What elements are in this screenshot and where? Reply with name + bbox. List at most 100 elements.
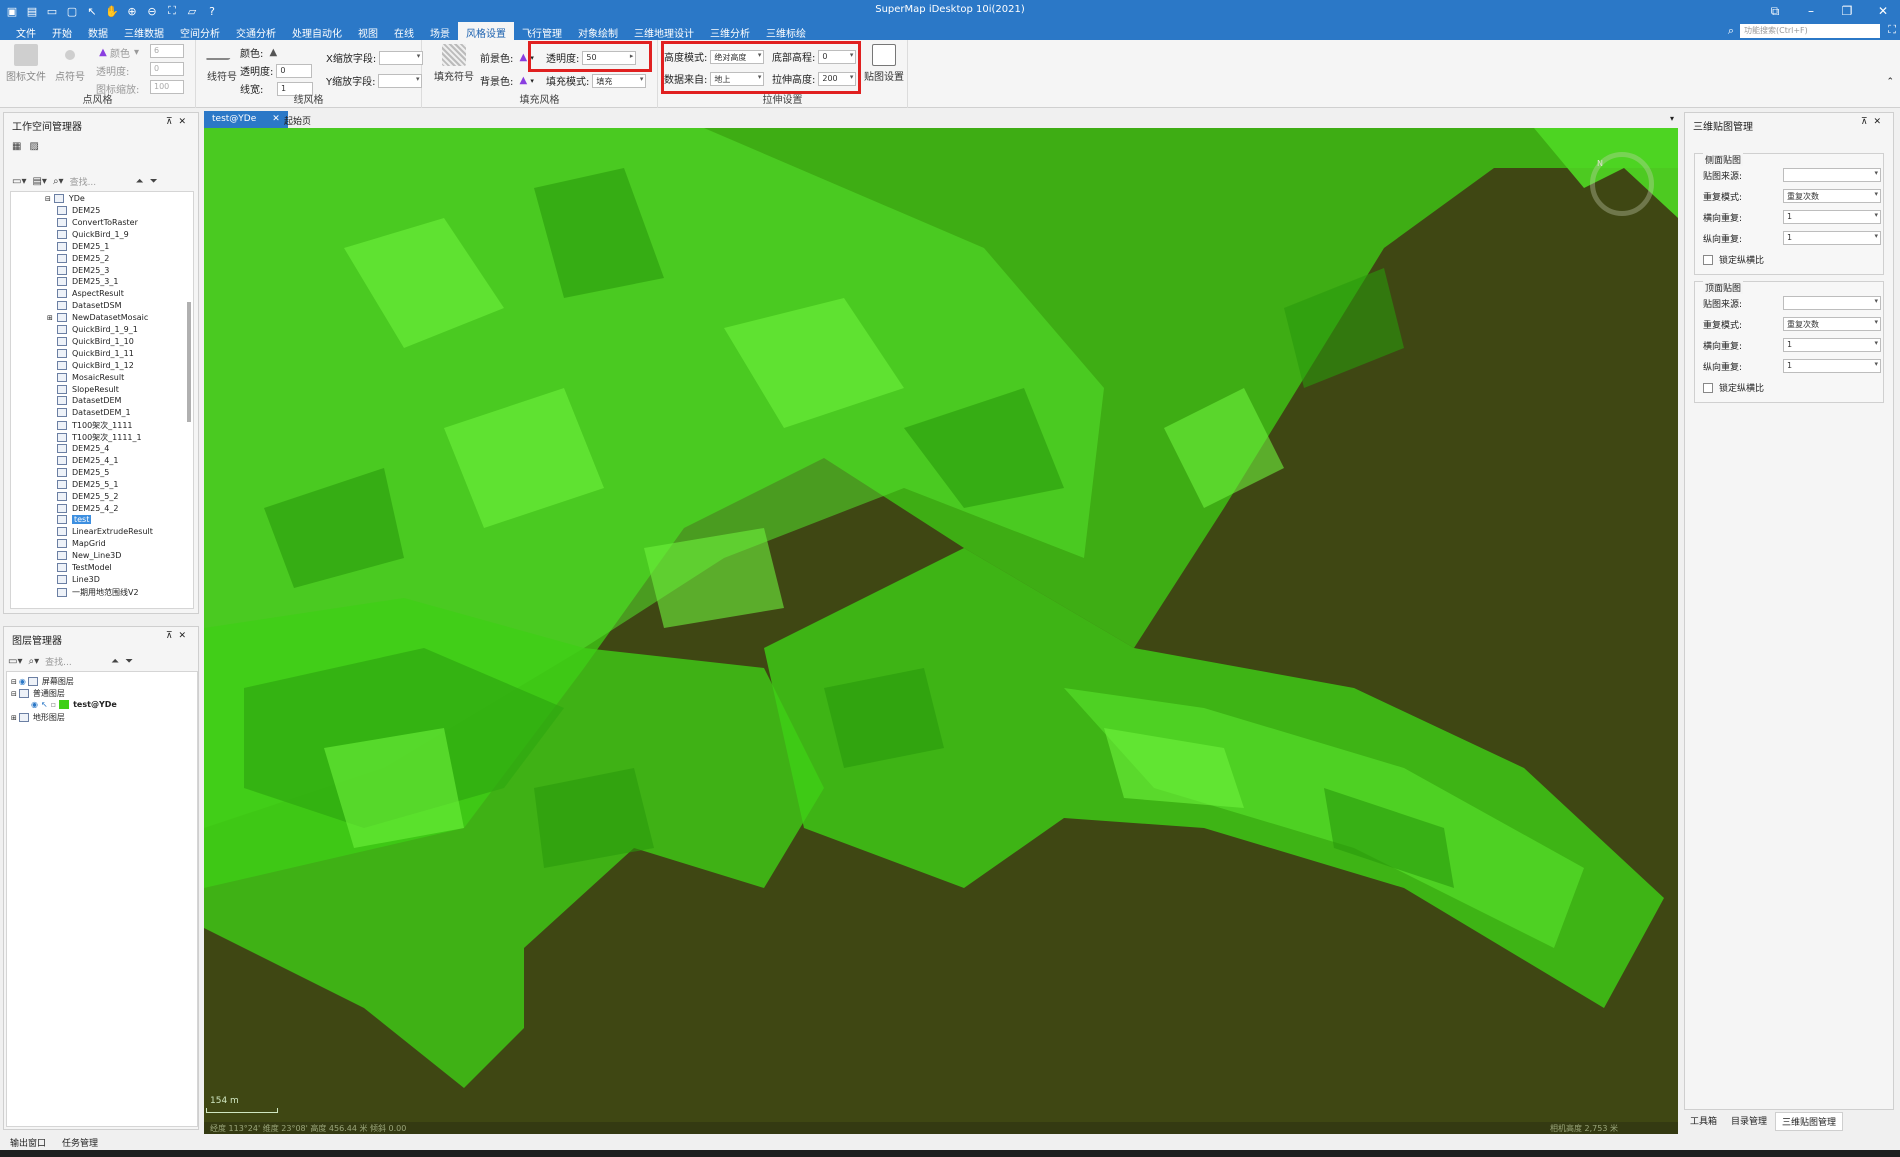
tree-datasource-root[interactable]: ⊟ YDe: [45, 194, 85, 203]
tree-dataset-item[interactable]: MosaicResult: [57, 372, 124, 382]
tree-dataset-item[interactable]: AspectResult: [57, 289, 124, 299]
tree-dataset-item[interactable]: test: [57, 515, 92, 525]
point-symbol-button[interactable]: 点符号: [48, 44, 92, 83]
tree-dataset-item[interactable]: DEM25_5_2: [57, 491, 118, 501]
side-h-repeat-input[interactable]: 1 ▾: [1783, 210, 1881, 224]
maximize-button[interactable]: ❐: [1836, 2, 1858, 20]
pin-icon[interactable]: ⊼: [1861, 117, 1874, 127]
top-lock-aspect-checkbox[interactable]: [1703, 382, 1713, 393]
menu-item-13[interactable]: 三维地理设计: [626, 22, 702, 40]
point-color-row[interactable]: ▲ 颜色 ▾: [96, 45, 139, 61]
collapse-ribbon-icon[interactable]: ⌃: [1886, 77, 1894, 87]
tree-dataset-item[interactable]: LinearExtrudeResult: [57, 527, 153, 537]
tree-dataset-item[interactable]: QuickBird_1_10: [57, 336, 134, 346]
tree-dataset-item[interactable]: QuickBird_1_9: [57, 229, 129, 239]
move-up-icon[interactable]: ⏶: [111, 656, 119, 667]
top-texture-source-select[interactable]: ▾: [1783, 296, 1881, 310]
workspace-resource-icon[interactable]: ▨: [29, 141, 38, 152]
move-up-icon[interactable]: ⏶: [136, 176, 144, 187]
top-repeat-mode-select[interactable]: 重复次数 ▾: [1783, 317, 1881, 331]
pin-icon[interactable]: ⊼: [166, 631, 179, 641]
new-dataset-icon[interactable]: ▤▾: [32, 176, 46, 187]
tree-dataset-item[interactable]: DatasetDSM: [57, 301, 121, 311]
tree-dataset-item[interactable]: DEM25_5_1: [57, 479, 118, 489]
tree-dataset-item[interactable]: DEM25_4: [57, 444, 109, 453]
menu-item-15[interactable]: 三维标绘: [758, 22, 814, 40]
tree-dataset-item[interactable]: DEM25_4_2: [57, 503, 118, 513]
expand-icon[interactable]: ⛶: [1888, 23, 1896, 37]
tree-dataset-item[interactable]: DEM25_5: [57, 467, 109, 477]
scene-view[interactable]: N: [204, 128, 1678, 1124]
side-texture-source-select[interactable]: ▾: [1783, 168, 1881, 182]
function-search-input[interactable]: 功能搜索(Ctrl+F): [1740, 24, 1880, 38]
tree-dataset-item[interactable]: DEM25_3_1: [57, 277, 118, 287]
tree-dataset-item[interactable]: T100架次_1111: [57, 420, 133, 431]
layer-terrain[interactable]: ⊞ 地形图层: [11, 712, 65, 723]
tree-scrollbar[interactable]: [187, 302, 191, 422]
menu-item-9[interactable]: 场景: [422, 22, 458, 40]
y-scale-field-select[interactable]: ▾: [378, 73, 423, 88]
tree-dataset-item[interactable]: T100架次_1111_1: [57, 432, 142, 443]
tree-dataset-item[interactable]: New_Line3D: [57, 551, 121, 561]
menu-item-2[interactable]: 数据: [80, 22, 116, 40]
move-down-icon[interactable]: ⏷: [150, 176, 158, 187]
layer-screen[interactable]: ⊟ ◉ 屏幕图层: [11, 676, 74, 687]
tab-texture-manager[interactable]: 三维贴图管理: [1775, 1112, 1844, 1131]
menu-item-7[interactable]: 视图: [350, 22, 386, 40]
tree-dataset-item[interactable]: 一期用地范围线V2: [57, 587, 139, 598]
fill-symbol-button[interactable]: 填充符号: [432, 44, 476, 83]
tree-dataset-item[interactable]: DEM25_1: [57, 241, 109, 251]
tree-dataset-item[interactable]: Line3D: [57, 574, 100, 584]
point-size-input[interactable]: 6: [150, 44, 184, 58]
tab-list-icon[interactable]: ▾: [1670, 114, 1674, 123]
menu-item-4[interactable]: 空间分析: [172, 22, 228, 40]
tab-start-page[interactable]: 起始页: [276, 111, 319, 128]
side-lock-aspect-checkbox[interactable]: [1703, 254, 1713, 265]
tab-catalog[interactable]: 目录管理: [1725, 1112, 1773, 1131]
menu-item-12[interactable]: 对象绘制: [570, 22, 626, 40]
top-v-repeat-input[interactable]: 1 ▾: [1783, 359, 1881, 373]
line-color-picker[interactable]: ▲: [266, 47, 280, 59]
layer-search-input[interactable]: 查找...: [45, 655, 105, 668]
move-down-icon[interactable]: ⏷: [125, 656, 133, 667]
close-button[interactable]: ✕: [1872, 2, 1894, 20]
tree-dataset-item[interactable]: DEM25: [57, 206, 100, 215]
side-v-repeat-input[interactable]: 1 ▾: [1783, 231, 1881, 245]
tab-toolbox[interactable]: 工具箱: [1684, 1112, 1723, 1131]
menu-item-11[interactable]: 飞行管理: [514, 22, 570, 40]
tab-task-manager[interactable]: 任务管理: [62, 1136, 98, 1150]
menu-item-5[interactable]: 交通分析: [228, 22, 284, 40]
workspace-search-input[interactable]: 查找...: [70, 175, 130, 188]
tree-dataset-item[interactable]: ConvertToRaster: [57, 217, 138, 227]
fill-mode-select[interactable]: 填充 ▾: [592, 73, 647, 88]
tab-output-window[interactable]: 输出窗口: [10, 1136, 46, 1150]
tree-dataset-item[interactable]: ⊞ NewDatasetMosaic: [47, 313, 148, 323]
find-icon[interactable]: ⌕▾: [28, 656, 39, 667]
line-transparency-input[interactable]: 0: [276, 63, 313, 78]
tree-dataset-item[interactable]: MapGrid: [57, 539, 106, 549]
find-icon[interactable]: ⌕▾: [53, 176, 64, 187]
tree-dataset-item[interactable]: DEM25_4_1: [57, 455, 118, 465]
pin-icon[interactable]: ⊼: [166, 117, 179, 127]
minimize-button[interactable]: –: [1800, 2, 1822, 20]
icon-file-button[interactable]: 图标文件: [4, 44, 48, 83]
tree-dataset-item[interactable]: SlopeResult: [57, 384, 119, 394]
tree-dataset-item[interactable]: DEM25_2: [57, 253, 109, 263]
tree-dataset-item[interactable]: DatasetDEM: [57, 396, 121, 406]
close-panel-icon[interactable]: ✕: [178, 631, 192, 641]
add-layer-icon[interactable]: ▭▾: [8, 656, 22, 667]
top-h-repeat-input[interactable]: 1 ▾: [1783, 338, 1881, 352]
menu-item-14[interactable]: 三维分析: [702, 22, 758, 40]
close-panel-icon[interactable]: ✕: [1873, 117, 1887, 127]
menu-item-10[interactable]: 风格设置: [458, 22, 514, 40]
close-panel-icon[interactable]: ✕: [178, 117, 192, 127]
open-datasource-icon[interactable]: ▭▾: [12, 176, 26, 187]
tree-dataset-item[interactable]: TestModel: [57, 563, 112, 572]
menu-item-8[interactable]: 在线: [386, 22, 422, 40]
restore-ribbon-icon[interactable]: ⧉: [1764, 2, 1786, 20]
menu-item-3[interactable]: 三维数据: [116, 22, 172, 40]
layer-normal[interactable]: ⊟ 普通图层: [11, 688, 65, 699]
x-scale-field-select[interactable]: ▾: [379, 50, 424, 65]
line-symbol-button[interactable]: 线符号: [200, 44, 244, 83]
point-transparency-input[interactable]: 0: [150, 62, 184, 76]
